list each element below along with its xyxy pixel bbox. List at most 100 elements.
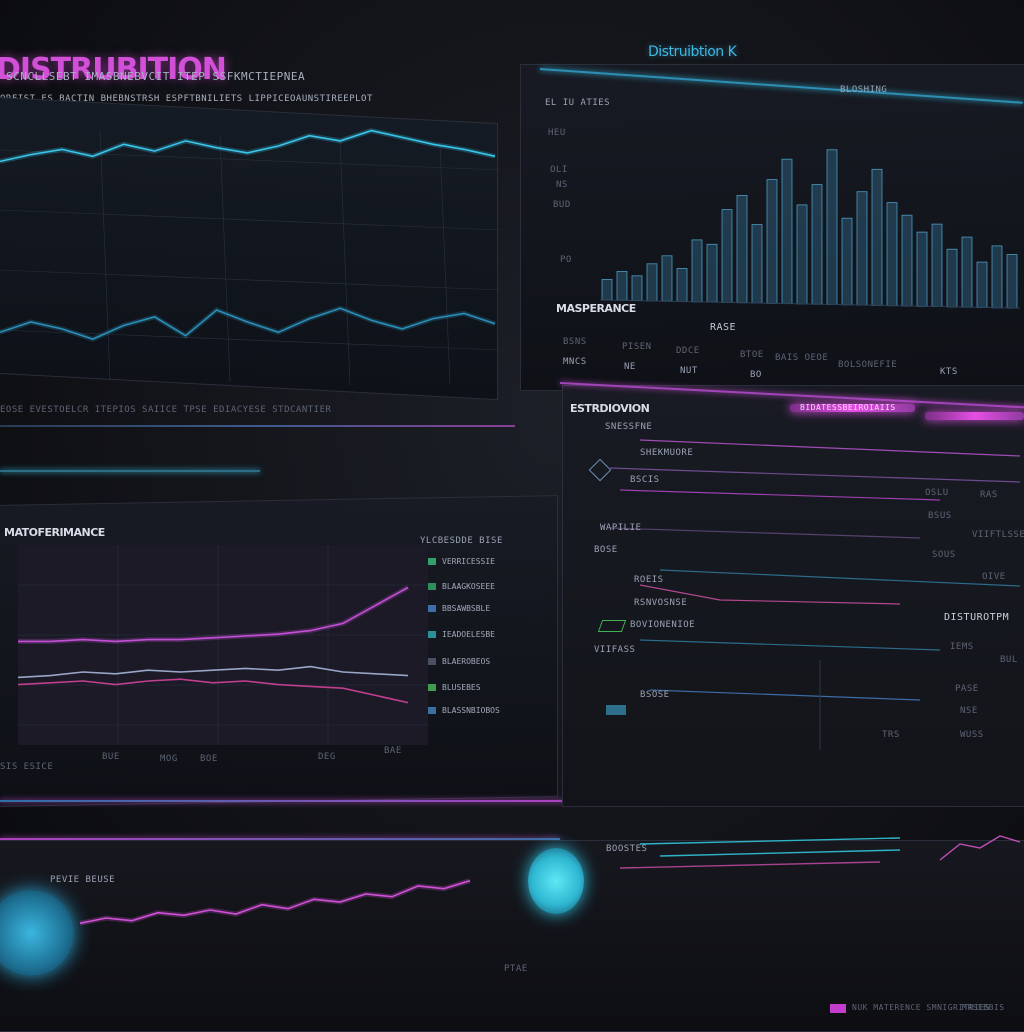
performance-line-chart — [17, 545, 428, 745]
bar — [991, 245, 1003, 309]
distribution-right-label: RAS — [980, 490, 998, 500]
legend-item[interactable]: BLAAGKOSEEE — [428, 582, 495, 591]
bar — [811, 184, 823, 305]
perf-x-tick: MOG — [160, 754, 178, 764]
legend-item[interactable]: BLUSEBES — [428, 683, 481, 692]
legend-swatch — [428, 605, 436, 612]
distribution-row-label[interactable]: BSOSE — [640, 690, 670, 700]
row-icon-box — [606, 705, 626, 715]
legend-label: BLAAGKOSEEE — [442, 582, 495, 591]
stat-cell: BOLSONEFIE — [838, 360, 898, 370]
footer-badge — [830, 1004, 846, 1013]
stat-cell: PISEN — [622, 342, 652, 352]
legend-item[interactable]: VERRICESSIE — [428, 557, 495, 566]
distribution-right-label: IEMS — [950, 642, 974, 652]
distribution-right-label: PASE — [955, 684, 979, 694]
perf-x-tick: BAE — [384, 746, 402, 756]
bottom-series-group — [79, 878, 471, 926]
bar-series-group — [601, 149, 1018, 309]
bar — [901, 214, 913, 307]
stat-cell: KTS — [940, 367, 958, 377]
legend-swatch — [428, 558, 436, 565]
bar — [916, 231, 928, 307]
bar — [766, 179, 778, 304]
bar — [721, 209, 733, 303]
distribution-right-label: BSUS — [928, 511, 952, 521]
bar — [826, 149, 838, 305]
distribution-highlight-label: BIDATESSBEIROIAIIS — [800, 403, 896, 412]
bar — [676, 268, 688, 302]
bar — [646, 263, 658, 302]
distribution-k-corner-label-2: BLOSHING — [840, 85, 888, 95]
bar — [601, 278, 613, 301]
stat-cell: BTOE — [740, 350, 764, 360]
distribution-right-label: OIVE — [982, 572, 1006, 582]
legend-item[interactable]: BBSAWBSBLE — [428, 604, 490, 613]
radar-disc-right — [528, 848, 584, 914]
distribution-list-title: ESTRDIOVION — [570, 402, 650, 415]
bar — [976, 261, 988, 308]
stat-cell: NE — [624, 362, 636, 372]
bar — [871, 168, 883, 306]
distribution-row-label[interactable]: SHEKMUORE — [640, 448, 693, 458]
bar — [1006, 254, 1018, 309]
stat-cell: DDCE — [676, 346, 700, 356]
wave-series-line — [0, 129, 496, 163]
distribution-row-label[interactable]: SNESSFNE — [605, 422, 652, 432]
bottom-series-line-glow — [79, 878, 471, 926]
legend-item[interactable]: BLAEROBEOS — [428, 657, 490, 666]
distribution-k-bar-chart — [599, 149, 1021, 309]
distribution-row-label[interactable]: ROEIS — [634, 575, 664, 585]
perf-x-tick: BUE — [102, 752, 120, 762]
distribution-highlight-bar-2[interactable] — [925, 412, 1024, 420]
bar — [961, 236, 973, 308]
bar — [886, 202, 898, 307]
distribution-k-corner-label: EL IU ATIES — [545, 98, 611, 108]
header-subtitle: SCNCLLSEBT IMASBNEBVCIT ITEP SSFKMCTIEPN… — [6, 70, 306, 83]
distribution-row-label[interactable]: WAPILIE — [600, 523, 641, 533]
distribution-row-label[interactable]: BSCIS — [630, 475, 660, 485]
legend-swatch — [428, 707, 436, 714]
stat-cell: BAIS OEOE — [775, 353, 829, 363]
row-icon-green — [597, 620, 627, 632]
stat-cell: NUT — [680, 366, 698, 376]
bar — [736, 195, 748, 304]
wave-series-line-glow — [0, 305, 496, 342]
wave-series-group — [0, 128, 496, 342]
distribution-right-label: BUL — [1000, 655, 1018, 665]
legend-item[interactable]: BLASSNBIOBOS — [428, 706, 500, 715]
performance-bottom-glow — [0, 800, 580, 802]
distribution-row-label[interactable]: BOVIONENIOE — [630, 620, 695, 630]
legend-label: BLASSNBIOBOS — [442, 706, 500, 715]
distribution-right-label: TRS — [882, 730, 900, 740]
bar-y-tick: BUD — [553, 200, 571, 210]
distribution-row-label[interactable]: BOSE — [594, 545, 618, 555]
legend-label: BLAEROBEOS — [442, 657, 491, 666]
distribution-k-title: Distruibtion K — [648, 44, 737, 60]
legend-item[interactable]: IEADOELESBE — [428, 630, 495, 639]
bar-y-tick: NS — [556, 180, 568, 190]
perf-x-tick: DEG — [318, 752, 336, 762]
stat-cell: BO — [750, 370, 762, 380]
bar — [616, 270, 628, 301]
bar — [631, 275, 643, 302]
distribution-row-label[interactable]: VIIFASS — [594, 645, 635, 655]
legend-label: VERRICESSIE — [442, 557, 495, 566]
wave-divider — [0, 425, 515, 427]
legend-label: IEADOELESBE — [442, 630, 495, 639]
bar-y-tick: PO — [560, 255, 572, 265]
performance-title: MATOFERIMANCE — [4, 526, 105, 539]
bar — [931, 223, 943, 307]
legend-swatch — [428, 583, 436, 590]
stat-cell: MNCS — [563, 357, 587, 367]
perf-x-tick: BOE — [200, 754, 218, 764]
wave-chart — [0, 128, 501, 386]
bar — [796, 204, 808, 305]
distribution-side-tag: DISTUROTPM — [944, 612, 1010, 623]
distribution-row-label[interactable]: RSNVOSNSE — [634, 598, 687, 608]
distribution-k-center-label: RASE — [710, 322, 737, 333]
distribution-k-side-label: MASPERANCE — [556, 302, 636, 315]
bar-y-tick: HEU — [548, 128, 566, 138]
bar — [661, 255, 673, 302]
wave-series-line-glow — [0, 128, 496, 164]
